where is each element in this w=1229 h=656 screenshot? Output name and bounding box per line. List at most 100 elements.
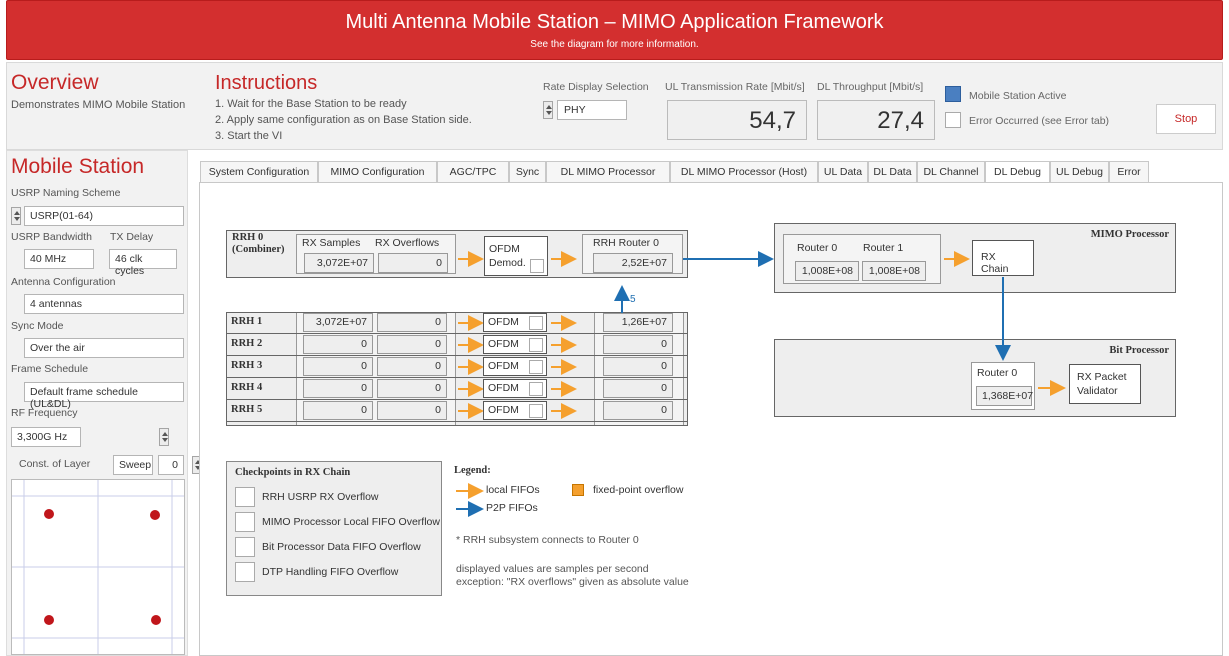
error-led <box>945 112 961 128</box>
antenna-field[interactable]: 4 antennas <box>24 294 184 314</box>
checkpoints-title: Checkpoints in RX Chain <box>235 467 351 478</box>
constellation-point <box>151 615 161 625</box>
rrh0-rx-samples: 3,072E+07 <box>304 253 374 273</box>
rrh-row-overflows: 0 <box>377 401 447 420</box>
tab-system-configuration[interactable]: System Configuration <box>200 161 318 183</box>
legend-p2p-label: P2P FIFOs <box>486 502 538 514</box>
rrh-router0-label: RRH Router 0 <box>593 237 659 249</box>
rate-display-label: Rate Display Selection <box>543 81 649 93</box>
rrh0-rx-overflows: 0 <box>378 253 448 273</box>
rx-chain-block: RX Chain <box>972 240 1034 276</box>
bit-processor-box: Bit Processor Router 0 1,368E+07 RX Pack… <box>774 339 1176 417</box>
rrh-row-overflows: 0 <box>377 379 447 398</box>
ofdm-demod-block: OFDM Demod. <box>484 236 548 276</box>
stop-button[interactable]: Stop <box>1156 104 1216 134</box>
ul-rate-label: UL Transmission Rate [Mbit/s] <box>665 81 805 93</box>
legend-title: Legend: <box>454 465 491 476</box>
sweep-button[interactable]: Sweep <box>113 455 153 475</box>
rx-samples-label: RX Samples <box>302 237 361 249</box>
ofdm-overflow-indicator <box>529 404 543 418</box>
checkpoint-indicator <box>235 562 255 582</box>
ofdm-overflow-indicator <box>529 360 543 374</box>
mimo-router1-label: Router 1 <box>863 242 904 254</box>
sync-mode-field[interactable]: Over the air <box>24 338 184 358</box>
naming-scheme-field[interactable]: USRP(01-64) <box>24 206 184 226</box>
instruction-step: 1. Wait for the Base Station to be ready <box>215 98 407 110</box>
ofdm-block: OFDM <box>483 379 547 398</box>
tx-delay-field[interactable]: 46 clk cycles <box>109 249 177 277</box>
bitproc-router0-label: Router 0 <box>977 367 1018 379</box>
ofdm-label: OFDM <box>488 382 519 394</box>
legend-local-label: local FIFOs <box>486 484 540 496</box>
rrh-row-router: 0 <box>603 335 673 354</box>
tab-ul-debug[interactable]: UL Debug <box>1050 161 1109 183</box>
constellation-svg <box>12 480 184 654</box>
rrh-row-overflows: 0 <box>377 357 447 376</box>
tab-dl-data[interactable]: DL Data <box>868 161 917 183</box>
tab-agc-tpc[interactable]: AGC/TPC <box>437 161 509 183</box>
rrh-row: RRH 2 0 0 OFDM 0 <box>226 334 688 356</box>
app-subtitle: See the diagram for more information. <box>530 39 699 50</box>
rx-overflows-label: RX Overflows <box>375 237 440 249</box>
rrh-router0-value: 2,52E+07 <box>593 253 673 273</box>
fixed-point-swatch <box>572 484 584 496</box>
ofdm-label: OFDM <box>488 316 519 328</box>
tab-dl-mimo-processor-host[interactable]: DL MIMO Processor (Host) <box>670 161 818 183</box>
layer-index-field[interactable]: 0 <box>158 455 184 475</box>
naming-label: USRP Naming Scheme <box>11 187 121 199</box>
rrh-row-router: 0 <box>603 357 673 376</box>
rrh-row-samples: 0 <box>303 401 373 420</box>
checkpoint-indicator <box>235 487 255 507</box>
app-title: Multi Antenna Mobile Station – MIMO Appl… <box>345 11 884 33</box>
rx-packet-validator-block: RX Packet Validator <box>1069 364 1141 404</box>
overview-title: Overview <box>11 71 99 94</box>
error-label: Error Occurred (see Error tab) <box>969 115 1110 127</box>
rate-display-stepper[interactable] <box>543 101 553 119</box>
ofdm-overflow-indicator <box>530 259 544 273</box>
legend-note-rrh: * RRH subsystem connects to Router 0 <box>456 534 639 546</box>
tab-dl-debug[interactable]: DL Debug <box>985 161 1050 183</box>
rf-frequency-field[interactable]: 3,300G Hz <box>11 427 81 447</box>
instructions-title: Instructions <box>215 72 318 94</box>
ofdm-overflow-indicator <box>529 382 543 396</box>
checkpoint-label: MIMO Processor Local FIFO Overflow <box>262 516 440 528</box>
ofdm-label: OFDM <box>488 338 519 350</box>
constellation-point <box>44 615 54 625</box>
rate-display-select[interactable]: PHY <box>557 100 627 120</box>
dl-throughput-indicator: 27,4 <box>817 100 935 140</box>
rrh-row: RRH 5 0 0 OFDM 0 <box>226 400 688 422</box>
bandwidth-label: USRP Bandwidth <box>11 231 92 243</box>
tab-error[interactable]: Error <box>1109 161 1149 183</box>
checkpoint-indicator <box>235 537 255 557</box>
tab-ul-data[interactable]: UL Data <box>818 161 868 183</box>
checkpoint-label: RRH USRP RX Overflow <box>262 491 379 503</box>
ofdm-overflow-indicator <box>529 338 543 352</box>
mobile-active-led <box>945 86 961 102</box>
frame-schedule-field[interactable]: Default frame schedule (UL&DL) <box>24 382 184 410</box>
constellation-point <box>150 510 160 520</box>
title-banner: Multi Antenna Mobile Station – MIMO Appl… <box>6 0 1223 60</box>
legend-note-exception: exception: "RX overflows" given as absol… <box>456 576 689 588</box>
sync-label: Sync Mode <box>11 320 64 332</box>
tab-dl-mimo-processor[interactable]: DL MIMO Processor <box>546 161 670 183</box>
tab-mimo-configuration[interactable]: MIMO Configuration <box>318 161 437 183</box>
rrh-row-overflows: 0 <box>377 335 447 354</box>
rrh-row-name: RRH 3 <box>231 360 263 371</box>
naming-stepper[interactable] <box>11 207 21 225</box>
tab-dl-channel[interactable]: DL Channel <box>917 161 985 183</box>
rrh-row-overflows: 0 <box>377 313 447 332</box>
rrh0-combiner-box: RRH 0 (Combiner) RX Samples RX Overflows… <box>226 230 688 278</box>
rrh-row-samples: 0 <box>303 335 373 354</box>
rrh-row-samples: 0 <box>303 357 373 376</box>
bandwidth-field[interactable]: 40 MHz <box>24 249 94 269</box>
dl-debug-panel: RRH 0 (Combiner) RX Samples RX Overflows… <box>199 182 1223 656</box>
instruction-step: 2. Apply same configuration as on Base S… <box>215 114 472 126</box>
link-count-label: 5 <box>630 294 636 305</box>
demod-label: Demod. <box>489 257 526 269</box>
tab-sync[interactable]: Sync <box>509 161 546 183</box>
bit-processor-title: Bit Processor <box>1109 345 1169 356</box>
rrh-row-router: 0 <box>603 379 673 398</box>
const-layer-label: Const. of Layer <box>19 458 91 470</box>
mimo-processor-title: MIMO Processor <box>1090 229 1169 240</box>
rf-stepper[interactable] <box>159 428 170 446</box>
